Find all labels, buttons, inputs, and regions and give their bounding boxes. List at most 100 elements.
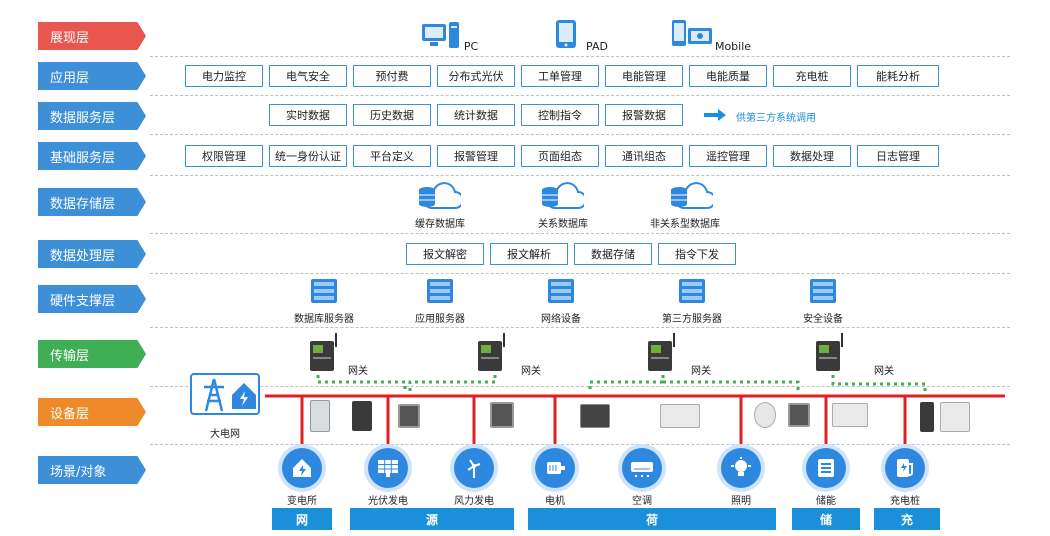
base-service-item[interactable]: 数据处理 bbox=[773, 145, 851, 167]
separator bbox=[150, 327, 1010, 328]
layer-transport-label: 传输层 bbox=[50, 348, 90, 364]
motor-icon bbox=[535, 448, 575, 488]
base-service-item[interactable]: 通讯组态 bbox=[605, 145, 683, 167]
hardware-label: 第三方服务器 bbox=[662, 314, 722, 325]
processing-item[interactable]: 报文解析 bbox=[490, 243, 568, 265]
hardware-label: 应用服务器 bbox=[415, 314, 465, 325]
server-icon bbox=[427, 279, 453, 303]
data-service-item[interactable]: 历史数据 bbox=[353, 104, 431, 126]
data-service-item[interactable]: 实时数据 bbox=[269, 104, 347, 126]
database-cloud-icon bbox=[419, 182, 461, 209]
gateway-icon bbox=[310, 333, 337, 371]
scene-label: 空调 bbox=[632, 496, 652, 507]
base-service-item[interactable]: 权限管理 bbox=[185, 145, 263, 167]
processing-item[interactable]: 数据存储 bbox=[574, 243, 652, 265]
meter-device bbox=[754, 402, 776, 428]
light-bulb-icon bbox=[721, 448, 761, 488]
scene-label: 照明 bbox=[731, 496, 751, 507]
layer-data-storage-label: 数据存储层 bbox=[50, 196, 116, 212]
base-service-item[interactable]: 日志管理 bbox=[857, 145, 939, 167]
meter-device bbox=[352, 401, 372, 431]
third-party-note: 供第三方系统调用 bbox=[736, 113, 816, 124]
meter-device bbox=[940, 402, 970, 432]
wind-turbine-icon bbox=[454, 448, 494, 488]
scene-label: 变电所 bbox=[287, 496, 317, 507]
data-service-item[interactable]: 控制指令 bbox=[521, 104, 599, 126]
base-service-item[interactable]: 遥控管理 bbox=[689, 145, 767, 167]
arrow-right-icon bbox=[704, 109, 726, 121]
substation-icon bbox=[282, 448, 322, 488]
mobile-label: Mobile bbox=[714, 40, 752, 53]
meter-device bbox=[788, 403, 810, 427]
app-item[interactable]: 电能质量 bbox=[689, 65, 767, 87]
layer-data-processing: 数据处理层 bbox=[38, 240, 146, 268]
meter-device bbox=[832, 403, 868, 427]
processing-item[interactable]: 指令下发 bbox=[658, 243, 736, 265]
mobile-icon bbox=[672, 20, 712, 46]
app-item[interactable]: 能耗分析 bbox=[857, 65, 939, 87]
separator bbox=[150, 233, 1010, 234]
layer-data-storage: 数据存储层 bbox=[38, 188, 146, 216]
layer-presentation: 展现层 bbox=[38, 22, 146, 50]
category-load: 荷 bbox=[528, 508, 776, 530]
layer-hardware: 硬件支撑层 bbox=[38, 285, 146, 313]
server-icon bbox=[679, 279, 705, 303]
charging-pile-icon bbox=[885, 448, 925, 488]
gateway-icon bbox=[478, 333, 505, 371]
scene-label: 风力发电 bbox=[454, 496, 494, 507]
power-tower-icon bbox=[204, 378, 256, 412]
air-conditioner-icon bbox=[622, 448, 662, 488]
layer-data-service-label: 数据服务层 bbox=[50, 110, 116, 126]
app-item[interactable]: 预付费 bbox=[353, 65, 431, 87]
app-item[interactable]: 分布式光伏 bbox=[437, 65, 515, 87]
scene-label: 光伏发电 bbox=[368, 496, 408, 507]
scene-label: 储能 bbox=[816, 496, 836, 507]
database-cloud-icon bbox=[671, 182, 713, 209]
processing-item[interactable]: 报文解密 bbox=[406, 243, 484, 265]
database-cloud-icon bbox=[542, 182, 584, 209]
storage-label: 缓存数据库 bbox=[415, 219, 465, 230]
base-service-item[interactable]: 报警管理 bbox=[437, 145, 515, 167]
layer-scene-label: 场景/对象 bbox=[50, 464, 107, 480]
data-service-item[interactable]: 报警数据 bbox=[605, 104, 683, 126]
bus-network bbox=[265, 375, 1005, 450]
layer-hardware-label: 硬件支撑层 bbox=[50, 293, 116, 309]
gateway-icon bbox=[816, 333, 843, 371]
meter-device bbox=[660, 404, 700, 428]
layer-base-service: 基础服务层 bbox=[38, 142, 146, 170]
separator bbox=[150, 95, 1010, 96]
layer-scene: 场景/对象 bbox=[38, 456, 146, 484]
app-item[interactable]: 电能管理 bbox=[605, 65, 683, 87]
app-item[interactable]: 工单管理 bbox=[521, 65, 599, 87]
app-item[interactable]: 充电桩 bbox=[773, 65, 851, 87]
scene-label: 充电桩 bbox=[890, 496, 920, 507]
meter-device bbox=[920, 402, 934, 432]
separator bbox=[150, 134, 1010, 135]
storage-label: 非关系型数据库 bbox=[650, 219, 720, 230]
separator bbox=[150, 56, 1010, 57]
app-item[interactable]: 电力监控 bbox=[185, 65, 263, 87]
layer-application: 应用层 bbox=[38, 62, 146, 90]
base-service-item[interactable]: 平台定义 bbox=[353, 145, 431, 167]
category-grid: 网 bbox=[272, 508, 332, 530]
meter-device bbox=[310, 400, 330, 432]
app-item[interactable]: 电气安全 bbox=[269, 65, 347, 87]
separator bbox=[150, 175, 1010, 176]
network-device-icon bbox=[548, 279, 574, 303]
data-service-item[interactable]: 统计数据 bbox=[437, 104, 515, 126]
layer-application-label: 应用层 bbox=[50, 70, 90, 86]
layer-base-service-label: 基础服务层 bbox=[50, 150, 116, 166]
layer-data-service: 数据服务层 bbox=[38, 102, 146, 130]
pad-label: PAD bbox=[586, 40, 608, 53]
layer-transport: 传输层 bbox=[38, 340, 146, 368]
hardware-label: 安全设备 bbox=[803, 314, 843, 325]
base-service-item[interactable]: 页面组态 bbox=[521, 145, 599, 167]
energy-storage-icon bbox=[806, 448, 846, 488]
scene-label: 电机 bbox=[545, 496, 565, 507]
meter-device bbox=[490, 402, 514, 428]
hardware-label: 数据库服务器 bbox=[294, 314, 354, 325]
grid-label: 大电网 bbox=[210, 429, 240, 440]
storage-label: 关系数据库 bbox=[538, 219, 588, 230]
pc-label: PC bbox=[463, 40, 479, 53]
base-service-item[interactable]: 统一身份认证 bbox=[269, 145, 347, 167]
